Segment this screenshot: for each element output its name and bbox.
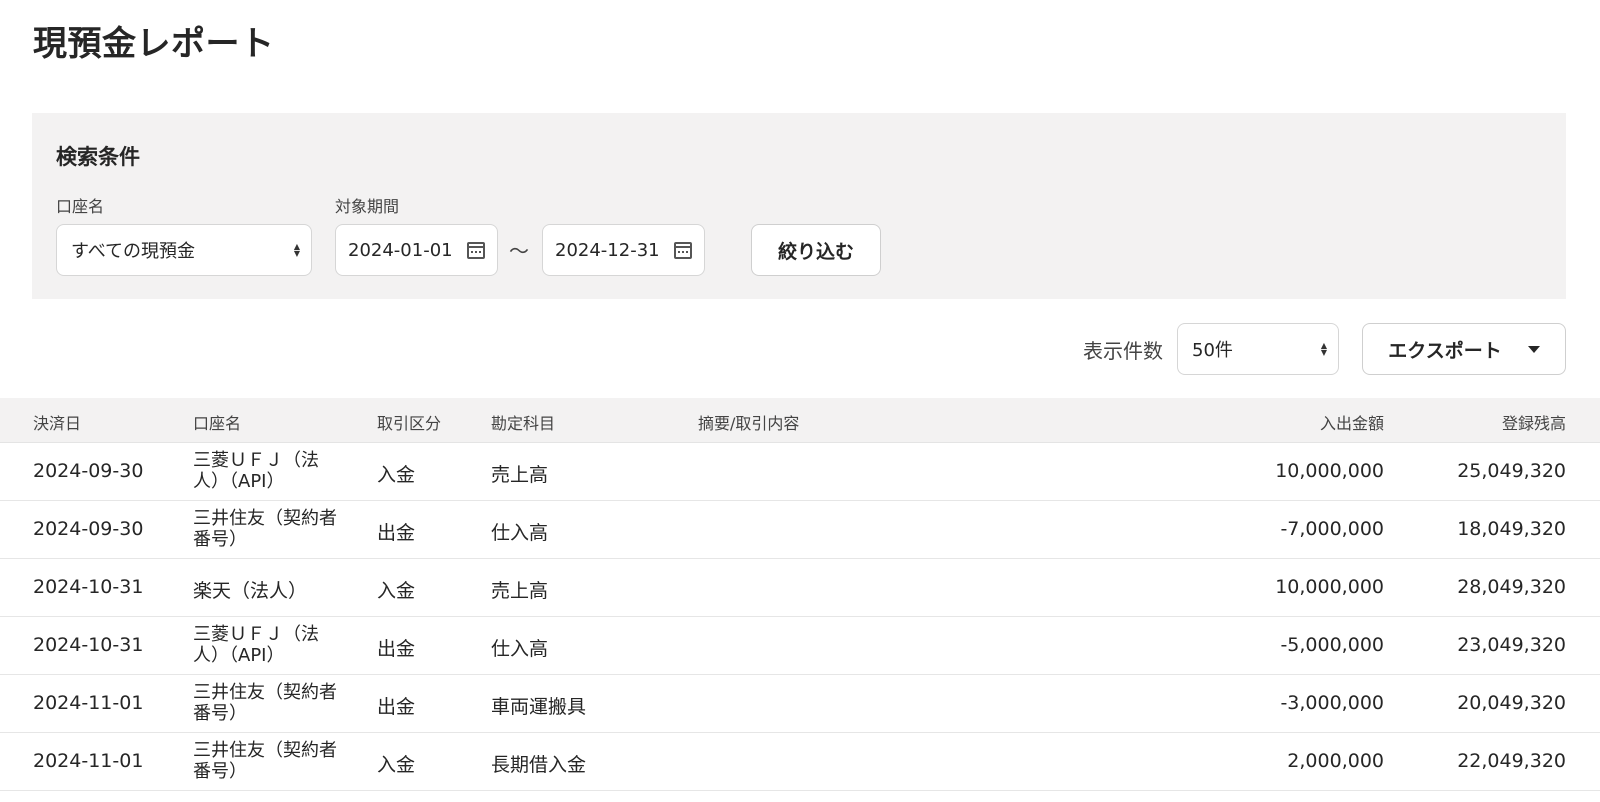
cell-subject: 長期借入金 — [491, 754, 587, 776]
cell-amount: -5,000,000 — [1280, 634, 1384, 656]
header-amount[interactable]: 入出金額 — [1234, 410, 1384, 434]
account-select[interactable]: すべての現預金 ▲ ▼ — [56, 224, 312, 276]
search-panel-title: 検索条件 — [56, 145, 140, 169]
cell-type: 入金 — [377, 754, 416, 776]
cell-amount: -3,000,000 — [1280, 692, 1384, 714]
date-to-input[interactable]: 2024-12-31 — [542, 224, 705, 276]
per-page-select[interactable]: 50件 ▲ ▼ — [1177, 323, 1339, 375]
table-row[interactable]: 2024-11-01 三井住友（契約者番号） 入金 長期借入金 2,000,00… — [0, 733, 1600, 791]
export-button[interactable]: エクスポート — [1362, 323, 1566, 375]
cell-balance: 23,049,320 — [1457, 634, 1566, 656]
cell-balance: 20,049,320 — [1457, 692, 1566, 714]
table-row[interactable]: 2024-09-30 三井住友（契約者番号） 出金 仕入高 -7,000,000… — [0, 501, 1600, 559]
table-row[interactable]: 2024-10-31 楽天（法人） 入金 売上高 10,000,000 28,0… — [0, 559, 1600, 617]
cell-account: 楽天（法人） — [193, 580, 308, 602]
select-arrows-icon: ▲ ▼ — [293, 242, 301, 258]
period-label: 対象期間 — [335, 197, 400, 216]
chevron-down-icon — [1527, 345, 1540, 353]
cell-account: 三井住友（契約者番号） — [193, 682, 337, 724]
cell-date: 2024-11-01 — [33, 692, 144, 714]
header-type[interactable]: 取引区分 — [377, 410, 441, 434]
page-title: 現預金レポート — [33, 24, 275, 64]
table-row[interactable]: 2024-11-01 三井住友（契約者番号） 出金 車両運搬具 -3,000,0… — [0, 675, 1600, 733]
cell-type: 出金 — [377, 522, 416, 544]
calendar-icon[interactable] — [467, 241, 485, 259]
select-arrows-icon: ▲ ▼ — [1320, 341, 1328, 357]
cell-account: 三菱ＵＦＪ（法人）（API） — [193, 624, 319, 666]
cell-amount: 10,000,000 — [1275, 576, 1384, 598]
header-date[interactable]: 決済日 — [33, 410, 81, 434]
range-separator: ～ — [509, 239, 529, 263]
per-page-label: 表示件数 — [1083, 339, 1163, 363]
cell-date: 2024-11-01 — [33, 750, 144, 772]
cell-balance: 28,049,320 — [1457, 576, 1566, 598]
header-account[interactable]: 口座名 — [193, 410, 241, 434]
table-row[interactable]: 2024-09-30 三菱ＵＦＪ（法人）（API） 入金 売上高 10,000,… — [0, 443, 1600, 501]
cell-type: 出金 — [377, 638, 416, 660]
per-page-value: 50件 — [1192, 340, 1233, 361]
account-label: 口座名 — [56, 197, 105, 216]
cell-account: 三井住友（契約者番号） — [193, 508, 337, 550]
table-header: 決済日 口座名 取引区分 勘定科目 摘要/取引内容 入出金額 登録残高 — [0, 398, 1600, 443]
header-memo[interactable]: 摘要/取引内容 — [698, 410, 799, 434]
search-panel: 検索条件 口座名 すべての現預金 ▲ ▼ 対象期間 2024-01-01 ～ 20… — [32, 113, 1566, 299]
cell-balance: 18,049,320 — [1457, 518, 1566, 540]
account-select-value: すべての現預金 — [71, 241, 196, 262]
filter-button[interactable]: 絞り込む — [751, 224, 881, 276]
table-row[interactable]: 2024-10-31 三菱ＵＦＪ（法人）（API） 出金 仕入高 -5,000,… — [0, 617, 1600, 675]
cell-subject: 仕入高 — [491, 522, 549, 544]
cell-type: 入金 — [377, 464, 416, 486]
cell-date: 2024-10-31 — [33, 576, 144, 598]
cell-subject: 売上高 — [491, 580, 549, 602]
date-from-input[interactable]: 2024-01-01 — [335, 224, 498, 276]
cell-type: 出金 — [377, 696, 416, 718]
export-button-label: エクスポート — [1388, 339, 1502, 362]
cell-amount: -7,000,000 — [1280, 518, 1384, 540]
cell-account: 三菱ＵＦＪ（法人）（API） — [193, 450, 319, 492]
cell-balance: 25,049,320 — [1457, 460, 1566, 482]
cell-subject: 車両運搬具 — [491, 696, 587, 718]
header-balance[interactable]: 登録残高 — [1416, 410, 1566, 434]
cell-subject: 売上高 — [491, 464, 549, 486]
calendar-icon[interactable] — [674, 241, 692, 259]
cell-date: 2024-09-30 — [33, 460, 144, 482]
cell-type: 入金 — [377, 580, 416, 602]
header-subject[interactable]: 勘定科目 — [491, 410, 555, 434]
cell-date: 2024-10-31 — [33, 634, 144, 656]
cell-balance: 22,049,320 — [1457, 750, 1566, 772]
date-to-value: 2024-12-31 — [555, 239, 660, 261]
cell-amount: 10,000,000 — [1275, 460, 1384, 482]
cell-date: 2024-09-30 — [33, 518, 144, 540]
cell-amount: 2,000,000 — [1287, 750, 1384, 772]
cell-subject: 仕入高 — [491, 638, 549, 660]
cell-account: 三井住友（契約者番号） — [193, 740, 337, 782]
date-from-value: 2024-01-01 — [348, 239, 453, 261]
